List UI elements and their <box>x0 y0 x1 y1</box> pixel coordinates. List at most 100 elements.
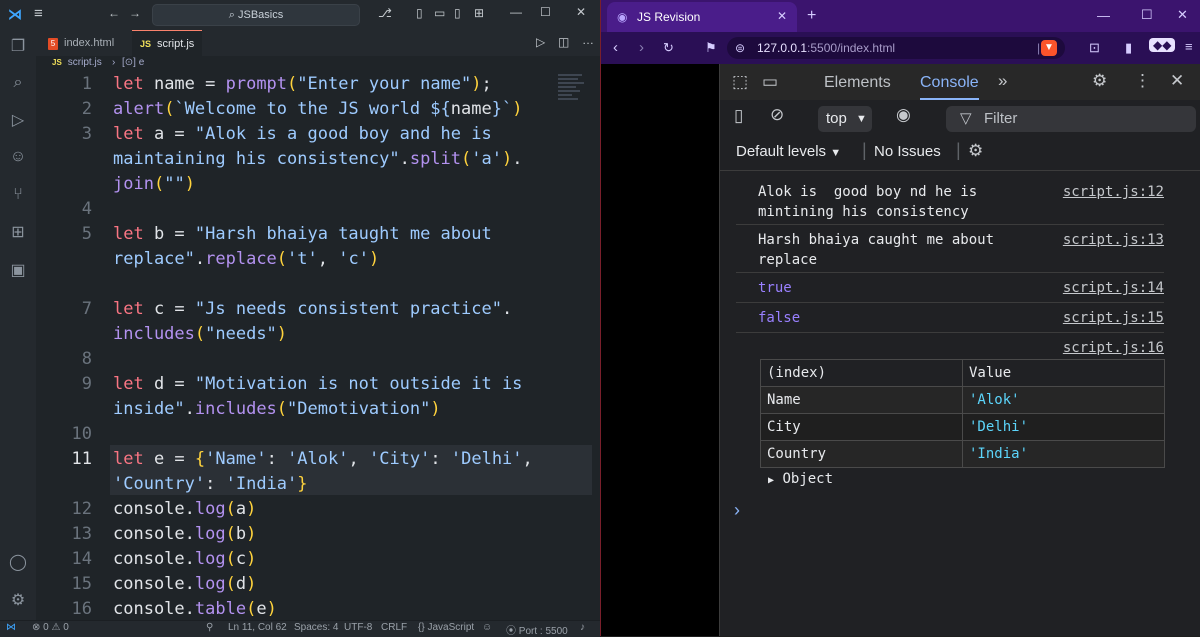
language-mode[interactable]: {} JavaScript <box>418 622 474 633</box>
clear-console-icon[interactable]: ⊘ <box>770 105 784 125</box>
menu-icon[interactable]: ≡ <box>34 5 43 22</box>
layout-secondary-icon[interactable]: ▯ <box>454 6 461 20</box>
tab-script-js[interactable]: JS script.js <box>132 30 203 57</box>
explorer-icon[interactable]: ❐ <box>7 36 29 58</box>
warning-count: 0 <box>63 622 69 633</box>
command-center-search[interactable]: ⌕ JSBasics <box>152 4 360 26</box>
column-header-value[interactable]: Value <box>962 359 1165 387</box>
context-selector[interactable]: top ▼ <box>818 106 872 132</box>
back-arrow-icon[interactable]: ← <box>108 6 120 20</box>
log-levels-dropdown[interactable]: Default levels ▼ <box>736 143 841 160</box>
search-icon[interactable]: ⌕ <box>7 72 29 94</box>
browser-tab[interactable]: ◉ JS Revision ✕ <box>607 2 797 32</box>
copilot-status-icon[interactable]: ☺ <box>482 622 492 633</box>
object-label: Object <box>782 471 834 487</box>
customize-layout-icon[interactable]: ⊞ <box>474 6 484 20</box>
column-header-index[interactable]: (index) <box>760 359 963 387</box>
braces-icon: {} <box>418 622 425 633</box>
tab-index-html[interactable]: 5 index.html <box>40 30 122 56</box>
filter-input[interactable]: ▽ Filter <box>946 106 1196 132</box>
device-toolbar-icon[interactable]: ▭ <box>762 72 778 92</box>
issues-counter[interactable]: No Issues <box>874 143 941 160</box>
message-source-link[interactable]: script.js:15 <box>1063 308 1164 328</box>
site-info-icon[interactable]: ⊜ <box>735 37 745 59</box>
problems-indicator[interactable]: ⊗ 0 ⚠ 0 <box>32 622 69 633</box>
close-icon[interactable]: ✕ <box>576 5 586 19</box>
console-prompt[interactable]: › <box>734 500 740 521</box>
live-server-port[interactable]: ⦿ Port : 5500 <box>506 622 568 637</box>
menu-icon[interactable]: ≡ <box>1185 39 1193 54</box>
breadcrumb-symbol[interactable]: [⊙] e <box>122 57 144 68</box>
sidebar-icon[interactable]: ▮ <box>1125 40 1132 56</box>
settings-gear-icon[interactable]: ⚙ <box>1092 71 1107 91</box>
code-line: includes("needs") <box>113 324 288 344</box>
layout-sidebar-icon[interactable]: ▯ <box>416 6 423 20</box>
message-source-link[interactable]: script.js:12 <box>1063 182 1164 202</box>
code-line: console.log(c) <box>113 549 257 569</box>
inspect-element-icon[interactable]: ⬚ <box>732 72 748 92</box>
message-source-link[interactable]: script.js:13 <box>1063 230 1164 250</box>
tab-elements[interactable]: Elements <box>824 64 891 100</box>
url-bar[interactable]: ⊜ 127.0.0.1:5500/index.html | <box>727 37 1065 59</box>
code-line: replace".replace('t', 'c') <box>113 249 380 269</box>
remote-explorer-icon[interactable]: ▣ <box>7 260 29 282</box>
new-tab-icon[interactable]: + <box>807 7 816 25</box>
line-ending[interactable]: CRLF <box>381 622 407 633</box>
minimize-icon[interactable]: — <box>1097 8 1110 23</box>
code-editor[interactable]: 1 2 3 4 5 7 8 9 10 11 12 13 14 15 16 let… <box>36 72 600 620</box>
minimap[interactable] <box>558 72 588 112</box>
indentation[interactable]: Spaces: 4 <box>294 622 338 633</box>
forward-icon[interactable]: › <box>639 39 644 56</box>
forward-arrow-icon[interactable]: → <box>129 6 141 20</box>
account-icon[interactable]: ◯ <box>7 552 29 574</box>
console-settings-gear-icon[interactable]: ⚙ <box>968 141 983 161</box>
maximize-icon[interactable]: ☐ <box>540 5 551 19</box>
message-text: Harsh bhaiya caught me about replace <box>758 232 995 268</box>
source-control-icon[interactable]: ⑂ <box>7 184 29 206</box>
copilot-chat-icon[interactable]: ☺ <box>7 146 29 168</box>
bookmark-icon[interactable]: ⚑ <box>705 40 717 56</box>
tab-close-icon[interactable]: ✕ <box>777 9 787 23</box>
layout-panel-icon[interactable]: ▭ <box>434 6 445 20</box>
code-line: let c = "Js needs consistent practice". <box>113 299 513 319</box>
live-share-icon[interactable]: ⚲ <box>206 622 213 633</box>
object-expander[interactable]: ▶ Object <box>768 471 833 487</box>
tab-console[interactable]: Console <box>920 64 979 100</box>
sidebar-toggle-icon[interactable]: ▯ <box>734 106 743 126</box>
split-editor-icon[interactable]: ◫ <box>558 35 569 49</box>
back-icon[interactable]: ‹ <box>613 39 618 56</box>
console-message: Harsh bhaiya caught me about replace scr… <box>736 226 1164 273</box>
filter-icon: ▽ <box>960 110 972 127</box>
message-source-link[interactable]: script.js:14 <box>1063 278 1164 298</box>
radio-icon: ⦿ <box>506 626 516 637</box>
table-cell-value: 'India' <box>962 440 1165 468</box>
reload-icon[interactable]: ↻ <box>663 40 674 56</box>
page-viewport[interactable] <box>601 64 719 636</box>
run-file-icon[interactable]: ▷ <box>536 35 545 49</box>
wallet-icon[interactable]: ⊡ <box>1089 40 1100 56</box>
brave-shields-icon[interactable]: ▼ <box>1041 40 1057 56</box>
devtools-panel: ⬚ ▭ Elements Console » ⚙ ⋮ ✕ ▯ ⊘ top ▼ ◉… <box>719 64 1200 636</box>
vscode-titlebar: ⋊ ≡ ← → ⌕ JSBasics ⎇ ▯ ▭ ▯ ⊞ — ☐ ✕ <box>0 0 600 30</box>
line-number: 14 <box>71 549 92 569</box>
remote-icon[interactable]: ⋈ <box>6 622 16 633</box>
maximize-icon[interactable]: ☐ <box>1141 7 1153 23</box>
settings-gear-icon[interactable]: ⚙ <box>7 590 29 612</box>
encoding[interactable]: UTF-8 <box>344 622 372 633</box>
extensions-icon[interactable]: ⊞ <box>7 222 29 244</box>
more-options-icon[interactable]: ⋮ <box>1134 71 1151 91</box>
copilot-icon[interactable]: ⎇ <box>378 6 392 20</box>
vpn-icon[interactable]: ◆◆ <box>1149 38 1176 52</box>
more-actions-icon[interactable]: … <box>582 33 594 47</box>
cursor-position[interactable]: Ln 11, Col 62 <box>228 622 287 633</box>
breadcrumb-file[interactable]: JS script.js <box>52 57 102 68</box>
breadcrumb-file-label: script.js <box>67 57 102 68</box>
run-debug-icon[interactable]: ▷ <box>7 110 29 132</box>
minimize-icon[interactable]: — <box>510 5 522 19</box>
message-source-link[interactable]: script.js:16 <box>1063 338 1164 358</box>
close-icon[interactable]: ✕ <box>1177 7 1188 23</box>
close-devtools-icon[interactable]: ✕ <box>1170 71 1184 91</box>
live-expression-eye-icon[interactable]: ◉ <box>896 105 911 125</box>
notifications-bell-icon[interactable]: ♪ <box>580 622 585 633</box>
more-tabs-icon[interactable]: » <box>998 71 1007 91</box>
